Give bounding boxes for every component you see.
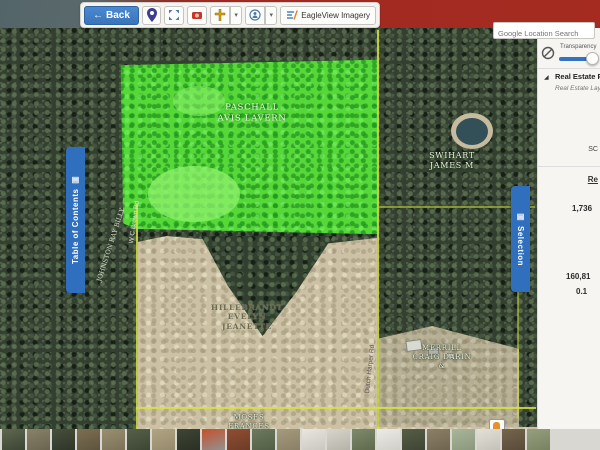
expander-triangle-icon[interactable]: ◢ (544, 74, 549, 81)
filmstrip-thumbnail[interactable] (177, 429, 200, 450)
edge-owner-label: JOHNSTON RAY BILLY (95, 207, 126, 282)
chevron-down-icon: ▾ (234, 11, 238, 19)
clearing (148, 166, 240, 222)
location-search (493, 22, 595, 39)
panel-value: 0.1 (576, 287, 600, 296)
streetview-dropdown-button[interactable]: ▾ (265, 6, 277, 25)
filmstrip-thumbnail[interactable] (477, 429, 500, 450)
parcel-boundary-line (136, 204, 138, 432)
filmstrip-thumbnail[interactable] (527, 429, 550, 450)
panel-value: 1,736 (572, 204, 600, 213)
filmstrip-thumbnail[interactable] (502, 429, 525, 450)
parcel-owner-label: MERRILL CRAIG DARIN & (413, 344, 472, 370)
selected-parcel-highlight[interactable] (118, 58, 380, 236)
search-input[interactable] (494, 26, 600, 41)
selection-tab-label: Selection (516, 226, 525, 266)
measure-dropdown-button[interactable]: ▾ (230, 6, 242, 25)
transparency-disable-icon[interactable] (541, 46, 555, 65)
back-arrow-icon: ← (93, 10, 103, 21)
transparency-label: Transparency (560, 44, 596, 50)
table-of-contents-tab[interactable]: Table of Contents ▤ (66, 147, 85, 293)
layers-group-subtitle: Real Estate Layers (555, 85, 600, 92)
transparency-slider-knob[interactable] (586, 52, 599, 65)
filmstrip-thumbnail[interactable] (2, 429, 25, 450)
filmstrip-thumbnail[interactable] (402, 429, 425, 450)
filmstrip-thumbnail[interactable] (102, 429, 125, 450)
measure-cross-icon (214, 9, 226, 21)
filmstrip-thumbnail[interactable] (452, 429, 475, 450)
filmstrip-thumbnail[interactable] (202, 429, 225, 450)
list-icon: ▤ (71, 176, 80, 186)
panel-heading: Re (560, 175, 598, 184)
selection-icon: ▤ (516, 212, 525, 222)
chevron-down-icon: ▾ (269, 11, 273, 19)
filmstrip-thumbnail[interactable] (302, 429, 325, 450)
parcel-boundary-line (136, 407, 536, 409)
circle-slash-icon (541, 46, 555, 60)
back-button[interactable]: ← Back (84, 6, 139, 25)
aerial-imagery-button[interactable] (187, 6, 207, 25)
location-pin-icon (147, 8, 157, 22)
toc-tab-label: Table of Contents (71, 189, 80, 264)
selection-tab[interactable]: ▤ Selection (511, 186, 530, 292)
pond (456, 118, 488, 145)
streetview-button[interactable] (245, 6, 265, 25)
filmstrip-thumbnail[interactable] (52, 429, 75, 450)
filmstrip-thumbnail[interactable] (277, 429, 300, 450)
measure-button[interactable] (210, 6, 230, 25)
cleared-field-right (379, 326, 519, 430)
filmstrip-thumbnail[interactable] (252, 429, 275, 450)
aerial-camera-icon (191, 10, 203, 20)
filmstrip-thumbnail[interactable] (427, 429, 450, 450)
map-toolbar: ← Back ▾ (80, 2, 380, 28)
expand-arrows-icon (168, 9, 180, 21)
panel-text: SC (560, 146, 598, 153)
filmstrip-thumbnail[interactable] (227, 429, 250, 450)
panel-value: 160,81 (566, 272, 600, 281)
globe-person-icon (249, 9, 261, 21)
filmstrip-thumbnail[interactable] (152, 429, 175, 450)
filmstrip-thumbnail[interactable] (27, 429, 50, 450)
layers-group-title[interactable]: Real Estate Pa (555, 72, 600, 81)
filmstrip-thumbnail[interactable] (77, 429, 100, 450)
filmstrip-thumbnail[interactable] (127, 429, 150, 450)
filmstrip-thumbnail[interactable] (327, 429, 350, 450)
eagleview-imagery-button[interactable]: EagleView Imagery (280, 6, 376, 25)
divider (537, 68, 600, 69)
parcel-owner-label: SWIHART JAMES M (429, 151, 475, 171)
filmstrip-thumbnail[interactable] (377, 429, 400, 450)
app-window: PASCHALL AVIS LAVERN SWIHART JAMES M HIL… (0, 0, 600, 450)
parcel-owner-label: PASCHALL AVIS LAVERN (218, 102, 287, 123)
parcel-owner-label: HILLEBRANDT EVELYN JEANETTE (211, 303, 283, 331)
filmstrip (0, 429, 600, 450)
eagleview-logo-icon (286, 10, 298, 20)
filmstrip-thumbnail[interactable] (352, 429, 375, 450)
divider (537, 166, 600, 167)
locate-button[interactable] (142, 6, 161, 25)
parcel-boundary-line (377, 30, 379, 432)
full-extent-button[interactable] (164, 6, 184, 25)
